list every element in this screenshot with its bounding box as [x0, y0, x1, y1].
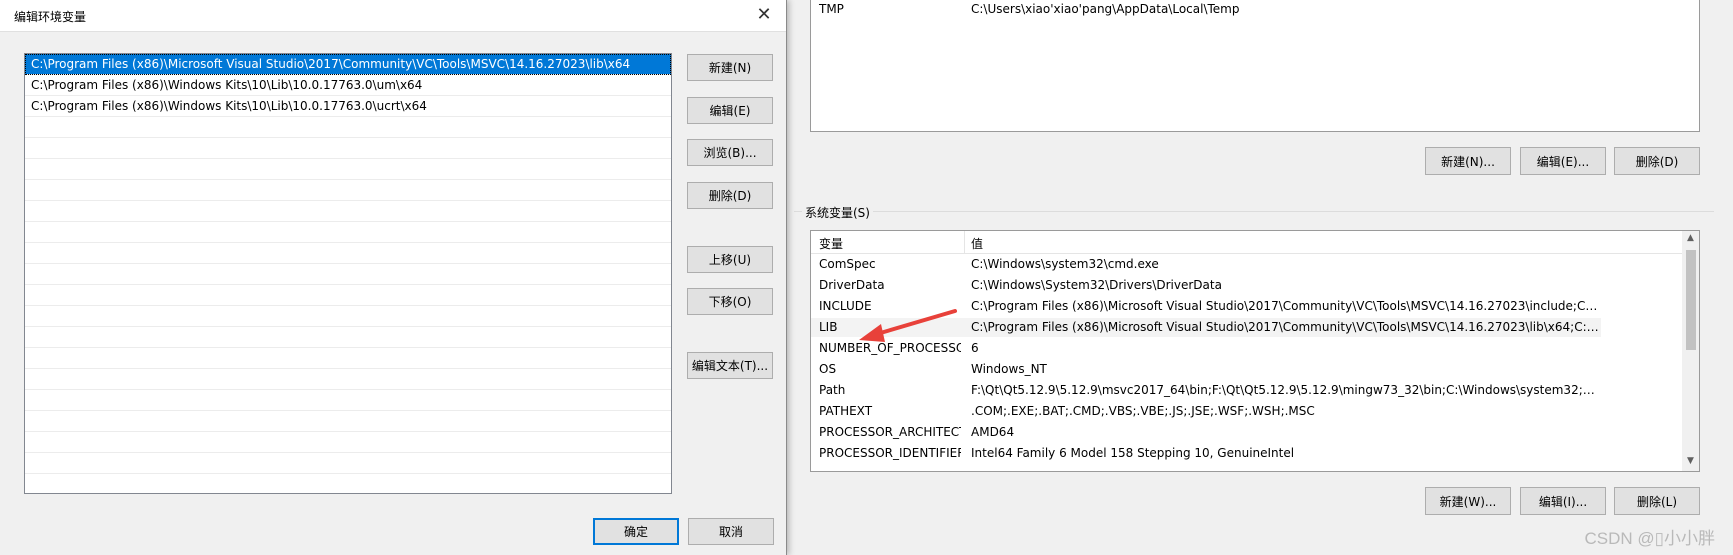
system-variable-row[interactable]: OS Windows_NT: [811, 360, 1601, 379]
system-variables-label: 系统变量(S): [802, 204, 873, 221]
system-edit-button[interactable]: 编辑(I)...: [1520, 487, 1606, 515]
path-entry-text: C:\Program Files (x86)\Microsoft Visual …: [31, 57, 631, 71]
watermark: CSDN @▯小小胖: [1584, 529, 1715, 548]
variable-value: C:\Program Files (x86)\Microsoft Visual …: [971, 320, 1599, 334]
edit-environment-variable-dialog: 编辑环境变量 ✕ C:\Program Files (x86)\Microsof…: [0, 0, 787, 555]
variable-name: Path: [819, 383, 846, 397]
empty-path-slot[interactable]: [25, 180, 671, 201]
variable-value: .COM;.EXE;.BAT;.CMD;.VBS;.VBE;.JS;.JSE;.…: [971, 404, 1315, 418]
path-entry-text: C:\Program Files (x86)\Windows Kits\10\L…: [31, 99, 427, 113]
ok-button[interactable]: 确定: [593, 518, 679, 545]
dialog-title: 编辑环境变量: [14, 10, 87, 24]
system-new-button[interactable]: 新建(W)...: [1425, 487, 1511, 515]
move-down-button[interactable]: 下移(O): [687, 288, 773, 315]
close-icon[interactable]: ✕: [752, 4, 776, 28]
variable-value: C:\Windows\System32\Drivers\DriverData: [971, 278, 1222, 292]
edit-button[interactable]: 编辑(E): [687, 97, 773, 124]
variable-value: Intel64 Family 6 Model 158 Stepping 10, …: [971, 446, 1295, 460]
empty-path-slot[interactable]: [25, 327, 671, 348]
empty-path-slot[interactable]: [25, 159, 671, 180]
scrollbar-thumb[interactable]: [1686, 250, 1696, 350]
column-separator: [964, 231, 965, 253]
empty-path-slot[interactable]: [25, 285, 671, 306]
vertical-scrollbar[interactable]: ▲ ▼: [1682, 231, 1699, 471]
scroll-up-arrow-icon[interactable]: ▲: [1682, 233, 1699, 243]
system-variable-row[interactable]: ComSpec C:\Windows\system32\cmd.exe: [811, 255, 1601, 274]
system-variable-row[interactable]: Path F:\Qt\Qt5.12.9\5.12.9\msvc2017_64\bi…: [811, 381, 1601, 400]
variable-value: 6: [971, 341, 979, 355]
variable-name: PROCESSOR_IDENTIFIER: [819, 446, 961, 460]
variable-value: F:\Qt\Qt5.12.9\5.12.9\msvc2017_64\bin;F:…: [971, 383, 1599, 397]
empty-path-slot[interactable]: [25, 348, 671, 369]
variable-value: Windows_NT: [971, 362, 1047, 376]
scroll-down-arrow-icon[interactable]: ▼: [1682, 456, 1699, 466]
browse-button[interactable]: 浏览(B)...: [687, 139, 773, 166]
cancel-button[interactable]: 取消: [688, 518, 774, 545]
path-entry[interactable]: C:\Program Files (x86)\Windows Kits\10\L…: [25, 96, 671, 117]
path-entry[interactable]: C:\Program Files (x86)\Microsoft Visual …: [25, 54, 671, 75]
system-variables-list[interactable]: 变量 值 ComSpec C:\Windows\system32\cmd.exe D…: [810, 230, 1700, 472]
edit-text-button[interactable]: 编辑文本(T)...: [687, 352, 773, 379]
variable-value: C:\Windows\system32\cmd.exe: [971, 257, 1159, 271]
user-variables-list[interactable]: TMP C:\Users\xiao'xiao'pang\AppData\Loca…: [810, 0, 1700, 132]
path-entry-text: C:\Program Files (x86)\Windows Kits\10\L…: [31, 78, 423, 92]
user-delete-button[interactable]: 删除(D): [1614, 147, 1700, 175]
user-edit-button[interactable]: 编辑(E)...: [1520, 147, 1606, 175]
empty-path-slot[interactable]: [25, 306, 671, 327]
delete-button[interactable]: 删除(D): [687, 182, 773, 209]
annotation-arrow-icon: [859, 309, 957, 342]
new-button[interactable]: 新建(N): [687, 54, 773, 81]
empty-path-slot[interactable]: [25, 243, 671, 264]
empty-path-slot[interactable]: [25, 138, 671, 159]
column-header-value[interactable]: 值: [971, 235, 983, 252]
move-up-button[interactable]: 上移(U): [687, 246, 773, 273]
empty-path-slot[interactable]: [25, 453, 671, 474]
system-variable-row[interactable]: PATHEXT .COM;.EXE;.BAT;.CMD;.VBS;.VBE;.JS…: [811, 402, 1601, 421]
empty-path-slot[interactable]: [25, 411, 671, 432]
variable-value: C:\Program Files (x86)\Microsoft Visual …: [971, 299, 1599, 313]
empty-path-slot[interactable]: [25, 201, 671, 222]
empty-path-slot[interactable]: [25, 474, 671, 493]
path-entries-list[interactable]: C:\Program Files (x86)\Microsoft Visual …: [24, 53, 672, 494]
column-header-variable[interactable]: 变量: [819, 235, 843, 252]
empty-path-slot[interactable]: [25, 369, 671, 390]
user-new-button[interactable]: 新建(N)...: [1425, 147, 1511, 175]
variable-name: TMP: [819, 2, 844, 16]
empty-path-slot[interactable]: [25, 264, 671, 285]
dialog-titlebar[interactable]: 编辑环境变量 ✕: [0, 0, 786, 32]
variable-name: DriverData: [819, 278, 885, 292]
system-variables-group-border: [794, 211, 1714, 212]
system-variable-row[interactable]: DriverData C:\Windows\System32\Drivers\Dr…: [811, 276, 1601, 295]
system-delete-button[interactable]: 删除(L): [1614, 487, 1700, 515]
variable-value: C:\Users\xiao'xiao'pang\AppData\Local\Te…: [971, 2, 1240, 16]
system-variable-row[interactable]: PROCESSOR_IDENTIFIER Intel64 Family 6 Mod…: [811, 444, 1601, 463]
variable-name: ComSpec: [819, 257, 876, 271]
variable-value: AMD64: [971, 425, 1015, 439]
user-variable-row[interactable]: TMP C:\Users\xiao'xiao'pang\AppData\Loca…: [811, 0, 1699, 20]
system-variables-header: 变量 值: [811, 231, 1699, 254]
empty-path-slot[interactable]: [25, 222, 671, 243]
system-variable-row[interactable]: PROCESSOR_ARCHITECT... AMD64: [811, 423, 1601, 442]
empty-path-slot[interactable]: [25, 117, 671, 138]
empty-path-slot[interactable]: [25, 432, 671, 453]
variable-name: PATHEXT: [819, 404, 873, 418]
variable-name: PROCESSOR_ARCHITECT...: [819, 425, 961, 439]
path-entry[interactable]: C:\Program Files (x86)\Windows Kits\10\L…: [25, 75, 671, 96]
variable-name: OS: [819, 362, 837, 376]
empty-path-slot[interactable]: [25, 390, 671, 411]
